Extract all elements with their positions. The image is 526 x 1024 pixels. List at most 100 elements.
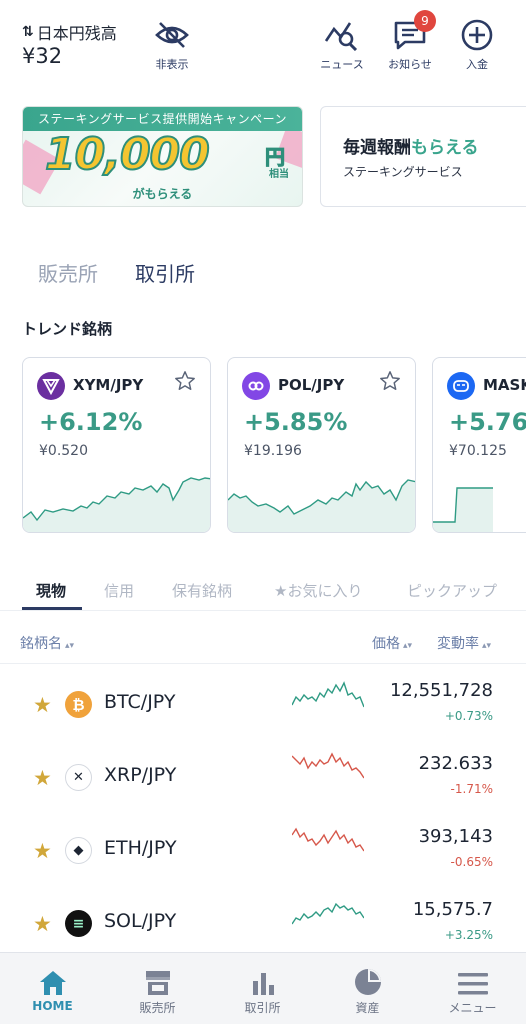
eth-icon: ◆ [65,837,92,864]
trend-card[interactable]: MASK +5.76% ¥70.125 [432,357,526,533]
favorite-star-icon[interactable]: ★ [33,912,52,936]
trend-card-change: +6.12% [39,408,143,436]
notifications-button[interactable]: 9 お知らせ [378,10,442,72]
campaign-sub: がもらえる [132,187,193,201]
row-change: -1.71% [450,782,493,796]
nav-retail-label: 販売所 [139,1001,176,1015]
nav-menu[interactable]: メニュー [420,953,525,1024]
row-name: XRP/JPY [104,764,177,786]
trend-card[interactable]: POL/JPY +5.85% ¥19.196 [227,357,416,533]
row-name: BTC/JPY [104,691,176,713]
trend-card-price: ¥0.520 [39,443,88,459]
row-change: +3.25% [444,928,493,942]
news-chart-search-icon [310,16,374,54]
row-sparkline [292,681,364,708]
nav-assets-label: 資産 [355,1001,380,1015]
row-price: 232.633 [418,753,493,774]
nav-assets[interactable]: 資産 [315,953,420,1024]
divider [0,610,526,611]
active-tab-indicator [22,607,82,610]
trend-card-name: MASK [483,376,526,394]
favorite-star-icon[interactable]: ★ [33,766,52,790]
sort-icon: ▴▾ [482,641,492,651]
column-price-label: 価格 [372,636,400,652]
btc-icon: ₿ [65,691,92,718]
sort-icon: ▴▾ [65,641,75,651]
home-icon [0,953,105,997]
column-name-header[interactable]: 銘柄名 ▴▾ [20,633,74,653]
column-price-header[interactable]: 価格 ▴▾ [372,633,412,653]
tab-margin[interactable]: 信用 [104,580,134,601]
tab-favorites[interactable]: ★お気に入り [274,580,362,601]
column-change-label: 変動率 [437,636,479,652]
tab-holdings[interactable]: 保有銘柄 [172,580,232,601]
news-button[interactable]: ニュース [310,16,374,72]
tab-pickup[interactable]: ピックアップ [407,580,497,601]
row-name: ETH/JPY [104,837,177,859]
table-row[interactable]: ★ ≡ SOL/JPY 15,575.7 +3.25% [0,888,526,960]
balance-value: ¥32 [22,44,63,68]
sol-icon: ≡ [65,910,92,937]
trend-title: トレンド銘柄 [22,320,113,338]
menu-icon [420,953,525,997]
row-price: 12,551,728 [389,680,493,701]
campaign-title: ステーキングサービス提供開始キャンペーン [23,107,302,131]
bottom-nav: HOME 販売所 取引所 資産 メニュー [0,952,526,1024]
column-change-header[interactable]: 変動率 ▴▾ [437,633,491,653]
mask-icon [447,372,475,400]
row-price: 393,143 [418,826,493,847]
tab-retail[interactable]: 販売所 [38,258,98,287]
pol-icon [242,372,270,400]
hide-balance-button[interactable]: 非表示 [140,16,204,72]
trend-sparkline [433,487,493,532]
weekly-title: 毎週報酬もらえる [343,133,479,158]
weekly-title-accent: もらえる [411,138,479,158]
deposit-label: 入金 [466,58,488,71]
row-price: 15,575.7 [412,899,493,920]
pie-chart-icon [315,953,420,997]
nav-retail[interactable]: 販売所 [105,953,210,1024]
favorite-star-icon[interactable]: ★ [33,693,52,717]
trend-card[interactable]: XYM/JPY +6.12% ¥0.520 [22,357,211,533]
favorite-star-icon[interactable] [379,370,401,396]
nav-home[interactable]: HOME [0,953,105,1024]
column-name-label: 銘柄名 [20,636,62,652]
swap-icon: ⇅ [22,24,34,40]
tab-spot[interactable]: 現物 [36,580,66,601]
deposit-button[interactable]: 入金 [445,16,509,72]
nav-menu-label: メニュー [448,1001,497,1015]
weekly-sub: ステーキングサービス [343,165,463,179]
nav-exchange-label: 取引所 [244,1001,281,1015]
trend-card-price: ¥19.196 [244,443,302,459]
trend-sparkline [228,479,415,532]
table-row[interactable]: ★ ◆ ETH/JPY 393,143 -0.65% [0,815,526,887]
trend-card-name: POL/JPY [278,376,345,394]
notification-count-badge: 9 [414,10,436,32]
plus-circle-icon [445,16,509,54]
xym-icon [37,372,65,400]
row-change: +0.73% [444,709,493,723]
trend-card-price: ¥70.125 [449,443,507,459]
row-sparkline [292,902,364,925]
favorite-star-icon[interactable] [174,370,196,396]
tab-exchange[interactable]: 取引所 [135,258,195,287]
header: ⇅ 日本円残高 ¥32 非表示 ニュース 9 お知らせ 入金 [0,0,526,92]
trend-sparkline [23,477,210,532]
app-screen: ⇅ 日本円残高 ¥32 非表示 ニュース 9 お知らせ 入金 ステーキングサービ… [0,0,526,1024]
staking-campaign-banner[interactable]: ステーキングサービス提供開始キャンペーン 10,000 円 相当 がもらえる [22,106,303,207]
campaign-unit-note: 相当 [269,169,289,180]
balance-label: 日本円残高 [36,24,117,43]
eye-off-icon [140,16,204,54]
bar-chart-icon [210,953,315,997]
hide-balance-label: 非表示 [155,58,189,71]
table-row[interactable]: ★ ₿ BTC/JPY 12,551,728 +0.73% [0,669,526,741]
row-change: -0.65% [450,855,493,869]
table-row[interactable]: ★ ✕ XRP/JPY 232.633 -1.71% [0,742,526,814]
campaign-amount: 10,000 [44,128,211,181]
balance-label-group[interactable]: ⇅ 日本円残高 [22,20,117,44]
notifications-label: お知らせ [388,58,432,71]
nav-exchange[interactable]: 取引所 [210,953,315,1024]
weekly-reward-banner[interactable]: 毎週報酬もらえる ステーキングサービス [320,106,526,207]
favorite-star-icon[interactable]: ★ [33,839,52,863]
weekly-title-main: 毎週報酬 [343,138,411,158]
